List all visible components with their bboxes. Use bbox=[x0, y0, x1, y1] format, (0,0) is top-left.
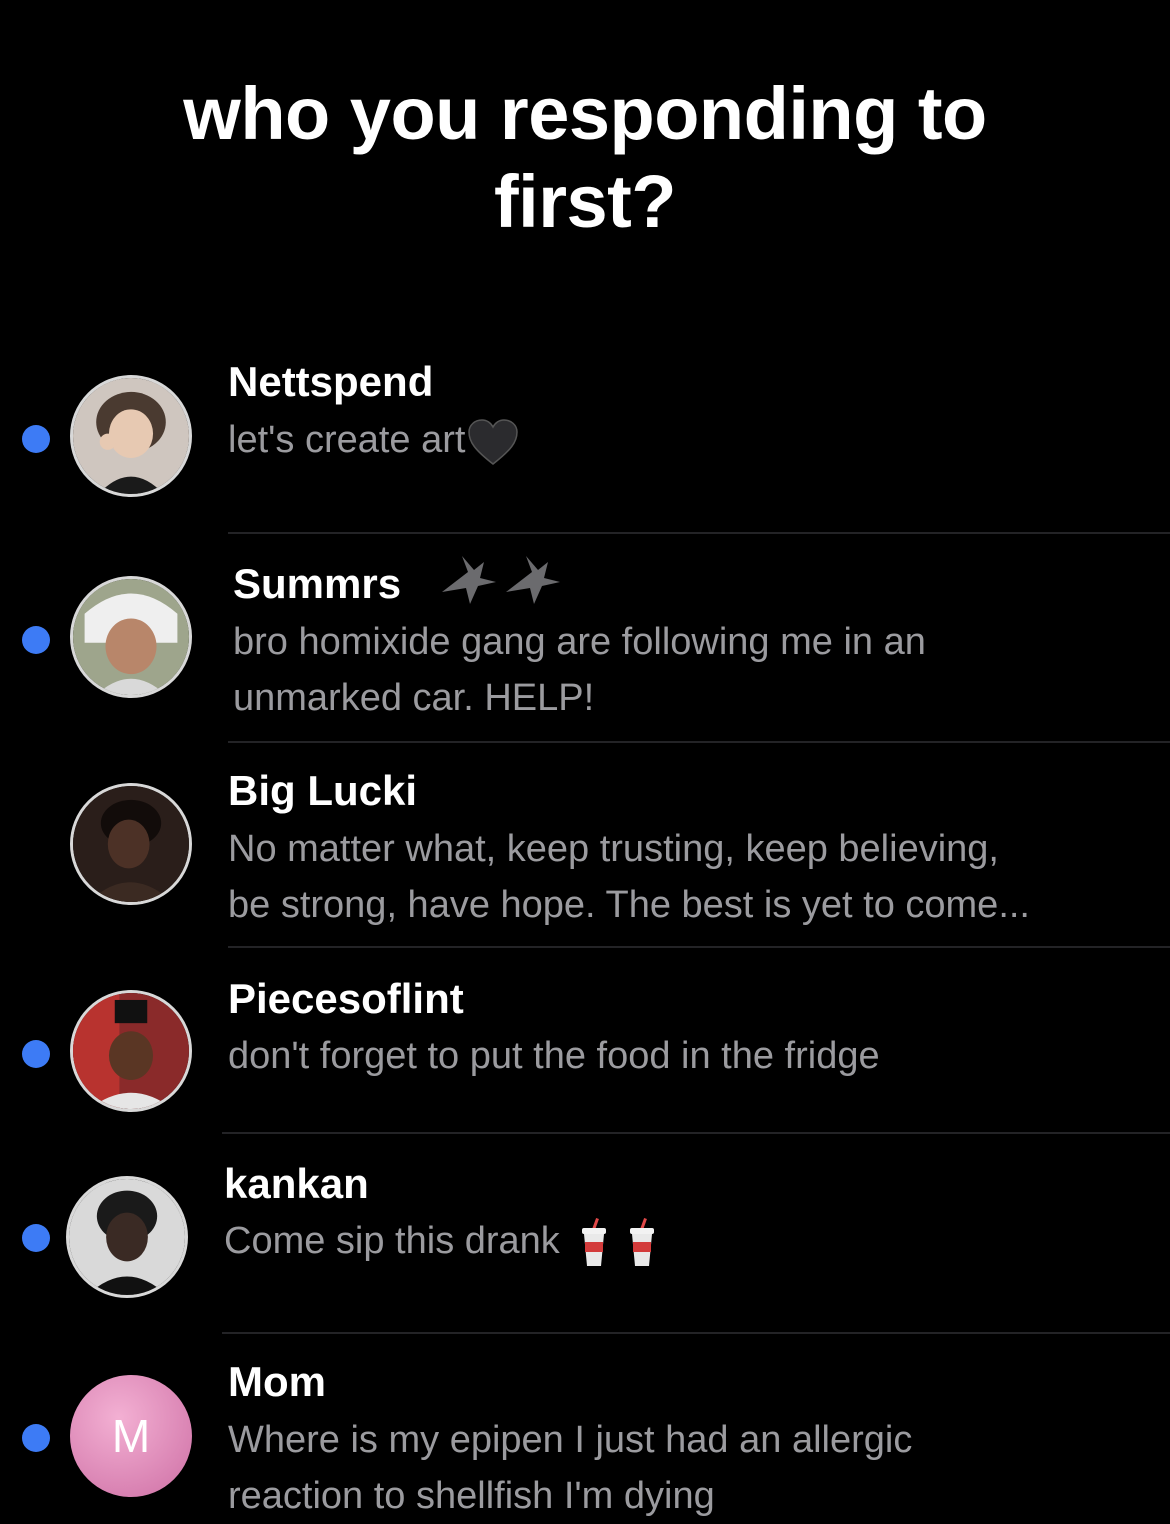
avatar[interactable] bbox=[70, 990, 192, 1112]
message-preview-line: don't forget to put the food in the frid… bbox=[228, 1035, 880, 1077]
message-preview-line: No matter what, keep trusting, keep beli… bbox=[228, 828, 999, 870]
divider bbox=[228, 946, 1170, 948]
contact-name: Mom bbox=[228, 1358, 326, 1405]
message-preview: don't forget to put the food in the frid… bbox=[228, 1028, 1128, 1084]
headline-line-2: first? bbox=[494, 160, 677, 243]
cup-with-straw-icon bbox=[581, 1217, 606, 1266]
avatar-initial: M bbox=[111, 1410, 151, 1462]
divider bbox=[222, 1132, 1170, 1134]
cup-with-straw-icon bbox=[629, 1217, 654, 1266]
black-heart-icon bbox=[468, 419, 519, 465]
unread-indicator bbox=[22, 1040, 50, 1068]
avatar[interactable] bbox=[66, 1176, 188, 1298]
contact-name: Nettspend bbox=[228, 358, 434, 405]
contact-name: Summrs bbox=[233, 560, 402, 607]
headline: who you responding to first? bbox=[0, 70, 1170, 246]
unread-indicator bbox=[22, 425, 50, 453]
avatar[interactable] bbox=[70, 783, 192, 905]
message-preview-line: let's create art bbox=[228, 419, 466, 461]
divider bbox=[228, 741, 1170, 743]
avatar[interactable]: M bbox=[70, 1375, 192, 1497]
divider bbox=[228, 532, 1170, 534]
headline-line-1: who you responding to bbox=[183, 72, 987, 155]
message-preview-line: Where is my epipen I just had an allergi… bbox=[228, 1419, 913, 1461]
message-preview-line: be strong, have hope. The best is yet to… bbox=[228, 884, 1030, 926]
contact-name: Big Lucki bbox=[228, 767, 418, 814]
message-preview-line: reaction to shellfish I'm dying bbox=[228, 1475, 715, 1517]
contact-name: kankan bbox=[224, 1160, 369, 1207]
contact-name: Piecesoflint bbox=[228, 975, 464, 1022]
message-preview: bro homixide gang are following me in an… bbox=[233, 614, 1133, 726]
unread-indicator bbox=[22, 626, 50, 654]
divider bbox=[222, 1332, 1170, 1334]
unread-indicator bbox=[22, 1424, 50, 1452]
message-preview-line: bro homixide gang are following me in an bbox=[233, 621, 926, 663]
message-preview-line: unmarked car. HELP! bbox=[233, 677, 595, 719]
message-preview: Where is my epipen I just had an allergi… bbox=[228, 1412, 1128, 1524]
message-preview: Come sip this drank bbox=[224, 1213, 1124, 1269]
message-preview-line: Come sip this drank bbox=[224, 1220, 560, 1262]
message-preview: let's create art bbox=[228, 412, 1128, 468]
message-preview: No matter what, keep trusting, keep beli… bbox=[228, 821, 1128, 933]
avatar[interactable] bbox=[70, 375, 192, 497]
avatar[interactable] bbox=[70, 576, 192, 698]
unread-indicator bbox=[22, 1224, 50, 1252]
eagle-icon bbox=[442, 556, 560, 604]
